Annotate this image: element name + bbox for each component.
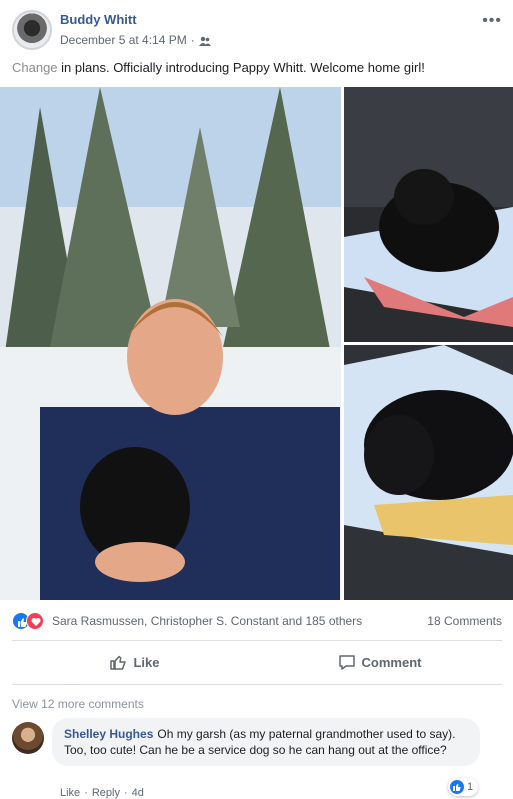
comment-like-link[interactable]: Like [60,787,80,799]
author-avatar[interactable] [12,10,52,50]
photo-top[interactable] [344,87,513,342]
post-header: Buddy Whitt December 5 at 4:14 PM · ••• [12,10,502,52]
post-text: Change in plans. Officially introducing … [12,60,502,75]
comment-icon [338,655,355,670]
comment-reply-link[interactable]: Reply [92,787,120,799]
meta-separator: · [190,33,195,47]
comment-button[interactable]: Comment [257,645,502,679]
post-author-name[interactable]: Buddy Whitt [60,12,137,27]
love-reaction-icon [26,612,44,630]
like-reaction-icon [450,780,464,794]
reactors-list[interactable]: Sara Rasmussen, Christopher S. Constant … [52,614,362,628]
comment-reaction-badge[interactable]: 1 [448,778,479,796]
photo-grid [0,87,513,600]
post-text-body: in plans. Officially introducing Pappy W… [57,60,425,75]
comment-action-separator: · [84,787,88,799]
like-button[interactable]: Like [12,645,257,679]
friends-icon[interactable] [198,35,211,46]
comment-bubble: Shelley Hughes Oh my garsh (as my paterna… [52,718,480,766]
comment-button-label: Comment [361,654,422,670]
thumbs-up-icon [110,655,127,670]
view-more-comments-link[interactable]: View 12 more comments [12,697,144,711]
more-options-icon[interactable]: ••• [482,12,502,30]
commenter-avatar[interactable] [12,722,44,754]
like-button-label: Like [133,654,160,670]
photo-bottom[interactable] [344,345,513,600]
post-timestamp[interactable]: December 5 at 4:14 PM [60,33,187,47]
reactions-bar: Sara Rasmussen, Christopher S. Constant … [12,611,502,631]
comment-action-separator: · [123,787,128,799]
photo-main[interactable] [0,87,341,600]
commenter-name[interactable]: Shelley Hughes [64,727,153,741]
post-text-first-word: Change [12,60,58,75]
post-meta: December 5 at 4:14 PM · [60,33,211,47]
divider [12,684,502,685]
comment-reaction-count: 1 [467,781,474,793]
comment-actions: Like · Reply · 4d [60,787,144,799]
reaction-icons[interactable] [12,612,48,630]
comment-age[interactable]: 4d [132,787,144,799]
divider [12,640,502,641]
post-actions: Like Comment [12,645,502,679]
comments-count[interactable]: 18 Comments [427,614,502,628]
